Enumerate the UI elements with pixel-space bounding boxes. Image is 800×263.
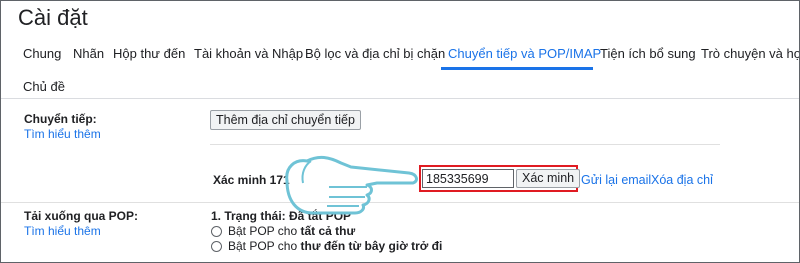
forwarding-label: Chuyển tiếp: xyxy=(24,112,97,126)
settings-window: Cài đặt Chung Nhãn Hộp thư đến Tài khoản… xyxy=(0,0,800,263)
tab-labels[interactable]: Nhãn xyxy=(73,46,104,61)
forwarding-learn-more-link[interactable]: Tìm hiểu thêm xyxy=(24,127,101,141)
section-divider-pop xyxy=(1,202,799,203)
tab-general[interactable]: Chung xyxy=(23,46,61,61)
pop-new-mail-radio[interactable] xyxy=(211,241,222,252)
tabs-divider xyxy=(1,98,799,99)
pop-learn-more-link[interactable]: Tìm hiểu thêm xyxy=(24,224,101,238)
resend-email-link[interactable]: Gửi lại email xyxy=(581,173,651,187)
tab-chat-meet[interactable]: Trò chuyện và họp xyxy=(701,46,799,61)
delete-address-link[interactable]: Xóa địa chỉ xyxy=(651,173,713,187)
tab-inbox[interactable]: Hộp thư đến xyxy=(113,46,185,61)
tab-forwarding-pop-imap[interactable]: Chuyển tiếp và POP/IMAP xyxy=(448,46,601,61)
verification-code-input[interactable] xyxy=(422,169,514,188)
tab-themes[interactable]: Chủ đề xyxy=(23,79,65,94)
verify-button[interactable]: Xác minh xyxy=(516,169,581,188)
pop-option-all: Bật POP cho tất cả thư xyxy=(228,224,355,238)
active-tab-indicator xyxy=(441,67,593,70)
page-title: Cài đặt xyxy=(18,5,88,30)
pointing-hand-icon xyxy=(285,155,418,215)
pop-option-new-prefix: Bật POP cho xyxy=(228,239,301,253)
tab-accounts[interactable]: Tài khoản và Nhập xyxy=(194,46,303,61)
pop-label: Tải xuống qua POP: xyxy=(24,209,139,223)
pop-all-mail-radio[interactable] xyxy=(211,226,222,237)
pop-option-all-prefix: Bật POP cho xyxy=(228,224,301,238)
tab-addons[interactable]: Tiện ích bổ sung xyxy=(600,46,696,61)
pop-option-all-bold: tất cả thư xyxy=(300,224,356,238)
add-forwarding-address-button[interactable]: Thêm địa chỉ chuyển tiếp xyxy=(210,110,361,130)
pop-status: 1. Trạng thái: Đã tắt POP xyxy=(211,209,351,223)
pop-option-new-bold: thư đến từ bây giờ trở đi xyxy=(300,239,443,253)
settings-tabs: Chung Nhãn Hộp thư đến Tài khoản và Nhập… xyxy=(1,39,799,99)
section-divider xyxy=(210,144,720,145)
pop-status-value: Đã tắt POP xyxy=(289,209,352,223)
verify-label: Xác minh 171 xyxy=(213,173,290,187)
pop-status-prefix: 1. Trạng thái: xyxy=(211,209,290,223)
pop-option-new: Bật POP cho thư đến từ bây giờ trở đi xyxy=(228,239,442,253)
tab-filters[interactable]: Bộ lọc và địa chỉ bị chặn xyxy=(305,46,445,61)
